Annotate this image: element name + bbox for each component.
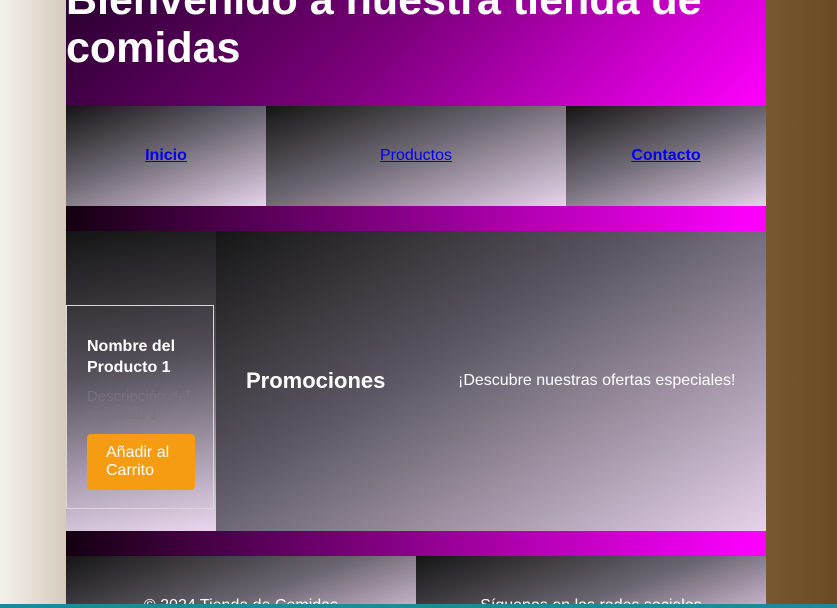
page-footer: © 2024 Tienda de Comidas Síguenos en las… — [66, 556, 766, 608]
divider-band-bottom — [66, 531, 766, 556]
promotions-section: Promociones ¡Descubre nuestras ofertas e… — [216, 231, 766, 531]
nav-link-productos[interactable]: Productos — [380, 147, 452, 165]
page-title: Bienvenido a nuestra tienda de comidas — [66, 0, 702, 72]
divider-band-top — [66, 206, 766, 231]
promotions-title: Promociones — [246, 368, 386, 393]
promotions-text: ¡Descubre nuestras ofertas especiales! — [458, 372, 736, 389]
product-column: Nombre del Producto 1 Descripción del pr… — [66, 231, 216, 531]
nav-cell-inicio: Inicio — [66, 106, 266, 206]
product-name: Nombre del Producto 1 — [87, 338, 176, 376]
window-bottom-strip — [0, 604, 837, 608]
footer-social-cell: Síguenos en las redes sociales — [416, 556, 766, 608]
nav-link-contacto[interactable]: Contacto — [631, 147, 700, 165]
main-content: Nombre del Producto 1 Descripción del pr… — [66, 231, 766, 531]
product-card: Nombre del Producto 1 Descripción del pr… — [66, 305, 214, 509]
nav-link-inicio[interactable]: Inicio — [145, 147, 187, 165]
nav-cell-contacto: Contacto — [566, 106, 766, 206]
page-header: Bienvenido a nuestra tienda de comidas — [66, 0, 766, 106]
footer-copyright-cell: © 2024 Tienda de Comidas — [66, 556, 416, 608]
page-container: Bienvenido a nuestra tienda de comidas I… — [66, 0, 766, 608]
product-description: Descripción del producto 1 — [87, 388, 190, 423]
add-to-cart-button[interactable]: Añadir al Carrito — [87, 434, 195, 490]
main-navigation: Inicio Productos Contacto — [66, 106, 766, 206]
nav-cell-productos: Productos — [266, 106, 566, 206]
